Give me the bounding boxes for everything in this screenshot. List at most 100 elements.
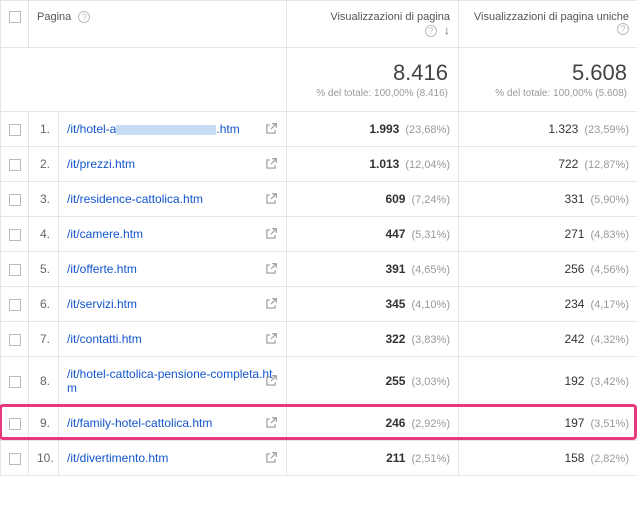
- table-row: 3./it/residence-cattolica.htm609(7,24%)3…: [1, 182, 637, 217]
- open-external-icon[interactable]: [264, 192, 278, 206]
- totals-views-sub: % del totale: 100,00% (8.416): [297, 88, 448, 99]
- row-index: 2.: [29, 147, 59, 182]
- row-views: 322(3,83%): [287, 322, 459, 357]
- row-checkbox-cell: [1, 357, 29, 406]
- open-external-icon[interactable]: [264, 262, 278, 276]
- views-value: 255: [385, 374, 405, 388]
- open-external-icon[interactable]: [264, 451, 278, 465]
- row-page-cell: /it/camere.htm: [59, 217, 287, 252]
- row-checkbox[interactable]: [9, 299, 21, 311]
- page-link[interactable]: /it/contatti.htm: [67, 332, 142, 346]
- row-unique-views: 256 (4,56%): [459, 252, 637, 287]
- table-row: 6./it/servizi.htm345(4,10%)234(4,17%): [1, 287, 637, 322]
- open-external-icon[interactable]: [264, 297, 278, 311]
- help-icon[interactable]: ?: [425, 25, 437, 37]
- uviews-value: 242: [564, 332, 584, 346]
- row-unique-views: 331(5,90%): [459, 182, 637, 217]
- row-checkbox[interactable]: [9, 453, 21, 465]
- page-link[interactable]: /it/offerte.htm: [67, 262, 137, 276]
- row-checkbox-cell: [1, 147, 29, 182]
- page-link[interactable]: /it/hotel-cattolica-pensione-completa.ht…: [67, 367, 272, 395]
- redacted-text: [116, 125, 216, 135]
- totals-views: 8.416 % del totale: 100,00% (8.416): [287, 48, 459, 112]
- uviews-value: 1.323: [548, 122, 578, 136]
- views-value: 1.013: [369, 157, 399, 171]
- table-row: 2./it/prezzi.htm1.013(12,04%)722(12,87%): [1, 147, 637, 182]
- row-checkbox[interactable]: [9, 264, 21, 276]
- page-link[interactable]: /it/camere.htm: [67, 227, 143, 241]
- help-icon[interactable]: ?: [78, 11, 90, 23]
- row-views: 246 (2,92%): [287, 406, 459, 441]
- row-checkbox[interactable]: [9, 376, 21, 388]
- table-row: 4./it/camere.htm447(5,31%)271(4,83%): [1, 217, 637, 252]
- uviews-value: 331: [564, 192, 584, 206]
- help-icon[interactable]: ?: [617, 23, 629, 35]
- views-pct: (12,04%): [405, 159, 450, 171]
- uviews-pct: (23,59%): [584, 124, 629, 136]
- views-value: 391: [385, 262, 405, 276]
- row-page-cell: /it/prezzi.htm: [59, 147, 287, 182]
- row-page-cell: /it/contatti.htm: [59, 322, 287, 357]
- row-checkbox-cell: [1, 112, 29, 147]
- header-page-label: Pagina: [37, 11, 71, 23]
- open-external-icon[interactable]: [264, 332, 278, 346]
- table-row: 10./it/divertimento.htm211(2,51%)158(2,8…: [1, 441, 637, 476]
- header-page[interactable]: Pagina ?: [29, 1, 287, 48]
- uviews-pct: (4,83%): [590, 229, 629, 241]
- page-link[interactable]: /it/divertimento.htm: [67, 451, 168, 465]
- row-checkbox[interactable]: [9, 229, 21, 241]
- uviews-pct: (4,32%): [590, 334, 629, 346]
- uviews-pct: (4,56%): [590, 264, 629, 276]
- views-value: 609: [385, 192, 405, 206]
- views-pct: (3,83%): [411, 334, 450, 346]
- row-index: 9.: [29, 406, 59, 441]
- page-link[interactable]: /it/servizi.htm: [67, 297, 137, 311]
- page-link[interactable]: /it/hotel-a.htm: [67, 122, 240, 136]
- views-pct: (4,65%): [411, 264, 450, 276]
- row-checkbox[interactable]: [9, 334, 21, 346]
- row-index: 10.: [29, 441, 59, 476]
- open-external-icon[interactable]: [264, 374, 278, 388]
- open-external-icon[interactable]: [264, 157, 278, 171]
- analytics-table: Pagina ? Visualizzazioni di pagina ? ↓ V…: [0, 0, 637, 476]
- row-page-cell: /it/hotel-a.htm: [59, 112, 287, 147]
- open-external-icon[interactable]: [264, 122, 278, 136]
- page-link[interactable]: /it/prezzi.htm: [67, 157, 135, 171]
- header-views[interactable]: Visualizzazioni di pagina ? ↓: [287, 1, 459, 48]
- row-checkbox-cell: [1, 287, 29, 322]
- row-index: 4.: [29, 217, 59, 252]
- views-value: 1.993: [369, 122, 399, 136]
- page-link[interactable]: /it/residence-cattolica.htm: [67, 192, 203, 206]
- views-pct: (2,92%): [411, 418, 450, 430]
- row-unique-views: 234(4,17%): [459, 287, 637, 322]
- row-index: 7.: [29, 322, 59, 357]
- views-pct: (2,51%): [411, 453, 450, 465]
- open-external-icon[interactable]: [264, 227, 278, 241]
- row-checkbox[interactable]: [9, 124, 21, 136]
- header-unique-views[interactable]: Visualizzazioni di pagina uniche ?: [459, 1, 637, 48]
- row-unique-views: 242 (4,32%): [459, 322, 637, 357]
- row-checkbox-cell: [1, 441, 29, 476]
- header-uviews-label: Visualizzazioni di pagina uniche: [474, 11, 629, 23]
- uviews-value: 256: [564, 262, 584, 276]
- uviews-pct: (3,51%): [590, 418, 629, 430]
- uviews-value: 271: [564, 227, 584, 241]
- views-value: 246: [385, 416, 405, 430]
- sort-descending-icon: ↓: [444, 23, 450, 37]
- open-external-icon[interactable]: [264, 416, 278, 430]
- uviews-pct: (4,17%): [590, 299, 629, 311]
- select-all-checkbox[interactable]: [9, 11, 21, 23]
- row-views: 609(7,24%): [287, 182, 459, 217]
- row-index: 6.: [29, 287, 59, 322]
- row-views: 255(3,03%): [287, 357, 459, 406]
- row-checkbox[interactable]: [9, 159, 21, 171]
- totals-unique-views: 5.608 % del totale: 100,00% (5.608): [459, 48, 637, 112]
- row-views: 391 (4,65%): [287, 252, 459, 287]
- row-checkbox[interactable]: [9, 194, 21, 206]
- page-link[interactable]: /it/family-hotel-cattolica.htm: [67, 416, 212, 430]
- row-checkbox[interactable]: [9, 418, 21, 430]
- row-page-cell: /it/family-hotel-cattolica.htm: [59, 406, 287, 441]
- row-unique-views: 192(3,42%): [459, 357, 637, 406]
- row-checkbox-cell: [1, 406, 29, 441]
- table-row: 8./it/hotel-cattolica-pensione-completa.…: [1, 357, 637, 406]
